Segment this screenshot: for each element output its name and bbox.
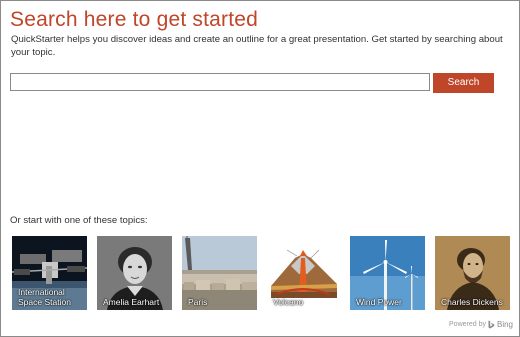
quickstarter-panel: Search here to get started QuickStarter … [0, 0, 520, 337]
topic-tiles: International Space Station Amelia Earha… [12, 236, 510, 310]
tile-label: International Space Station [18, 287, 71, 307]
topic-tile-volcano[interactable]: Volcano [267, 236, 342, 310]
powered-by-bing: Powered by Bing [449, 320, 513, 329]
powered-by-label: Powered by [449, 321, 486, 328]
topic-tile-amelia-earhart[interactable]: Amelia Earhart [97, 236, 172, 310]
topic-tile-charles-dickens[interactable]: Charles Dickens [435, 236, 510, 310]
bing-brand-label: Bing [496, 320, 513, 329]
topics-label: Or start with one of these topics: [10, 215, 148, 226]
tile-label: Paris [188, 297, 208, 307]
search-input[interactable] [10, 73, 430, 91]
topic-tile-wind-power[interactable]: Wind Power [350, 236, 425, 310]
tile-label: Amelia Earhart [103, 297, 160, 307]
tile-label: Wind Power [356, 297, 402, 307]
page-title: Search here to get started [10, 8, 259, 31]
topic-tile-international-space-station[interactable]: International Space Station [12, 236, 87, 310]
tile-label: Charles Dickens [441, 297, 503, 307]
search-button[interactable]: Search [433, 73, 494, 93]
page-description: QuickStarter helps you discover ideas an… [11, 34, 503, 58]
bing-logo-icon [488, 320, 495, 329]
tile-label: Volcano [273, 297, 304, 307]
topic-tile-paris[interactable]: Paris [182, 236, 257, 310]
